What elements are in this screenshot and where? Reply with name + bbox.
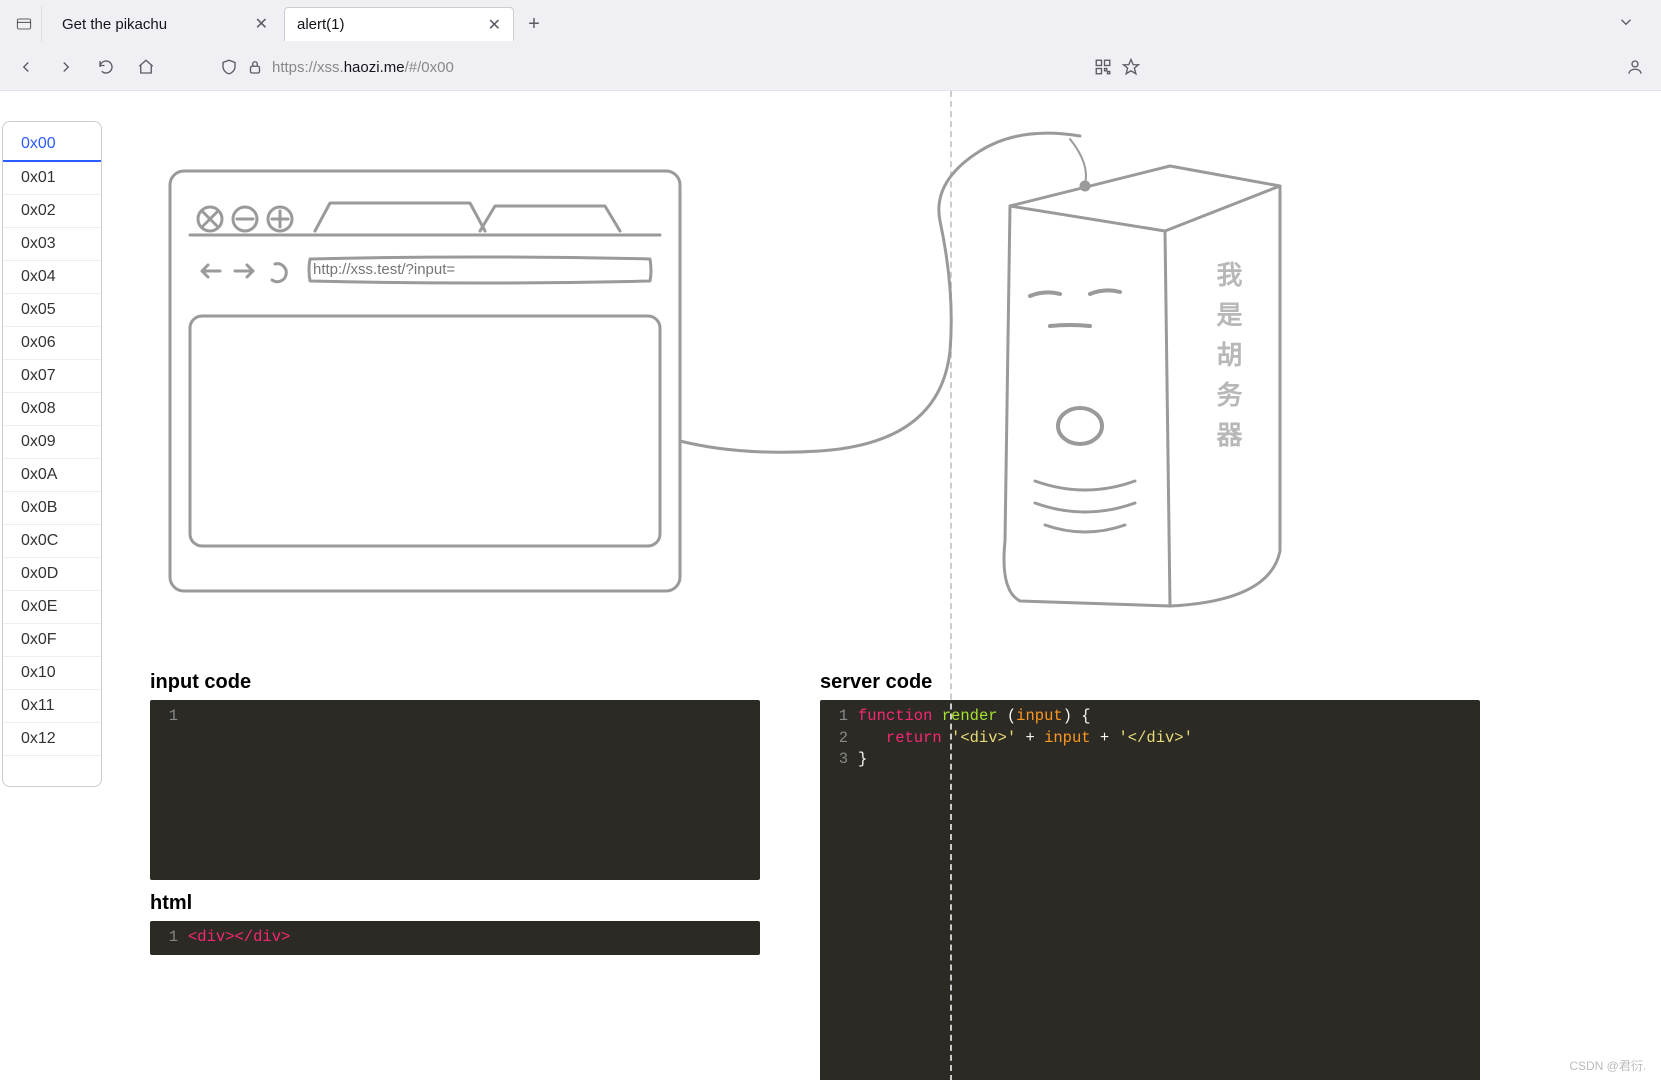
- panel-title: server code: [820, 671, 1480, 694]
- qr-icon[interactable]: [1094, 58, 1112, 76]
- page-body: 0x000x010x020x030x040x050x060x070x080x09…: [0, 91, 1661, 1080]
- sketch-illustration: 我是胡务器: [150, 131, 1470, 651]
- sidebar-item-0x05[interactable]: 0x05: [3, 294, 101, 327]
- tab-0[interactable]: Get the pikachu ✕: [50, 7, 280, 41]
- sidebar-item-0x0E[interactable]: 0x0E: [3, 591, 101, 624]
- url-text: https://xss.haozi.me/#/0x00: [272, 59, 454, 76]
- bookmark-star-icon[interactable]: [1122, 58, 1140, 76]
- forward-button[interactable]: [50, 51, 82, 83]
- input-code-panel: input code 1 html 1<div></div>: [150, 671, 760, 1080]
- tab-overflow-button[interactable]: [1617, 13, 1635, 36]
- nav-toolbar: https://xss.haozi.me/#/0x00: [0, 44, 1661, 90]
- sidebar-item-0x0B[interactable]: 0x0B: [3, 492, 101, 525]
- html-output: 1<div></div>: [150, 921, 760, 955]
- sidebar-item-0x0F[interactable]: 0x0F: [3, 624, 101, 657]
- tab-title: Get the pikachu: [62, 16, 167, 33]
- sidebar-item-0x07[interactable]: 0x07: [3, 360, 101, 393]
- server-code-viewer: 1function render (input) { 2 return '<di…: [820, 700, 1480, 1080]
- sidebar-item-0x02[interactable]: 0x02: [3, 195, 101, 228]
- sidebar-item-0x10[interactable]: 0x10: [3, 657, 101, 690]
- app-menu-icon[interactable]: [6, 6, 42, 42]
- main-content: 我是胡务器 input code 1 html 1<div></div> ser…: [150, 91, 1661, 1080]
- challenge-sidebar: 0x000x010x020x030x040x050x060x070x080x09…: [2, 121, 102, 787]
- reload-button[interactable]: [90, 51, 122, 83]
- sidebar-item-0x0A[interactable]: 0x0A: [3, 459, 101, 492]
- tab-strip: Get the pikachu ✕ alert(1) ✕ +: [0, 0, 1661, 44]
- close-icon[interactable]: ✕: [255, 14, 268, 34]
- panel-title: input code: [150, 671, 760, 694]
- input-code-editor[interactable]: 1: [150, 700, 760, 880]
- sidebar-item-0x0C[interactable]: 0x0C: [3, 525, 101, 558]
- sidebar-item-0x08[interactable]: 0x08: [3, 393, 101, 426]
- server-label: 我是胡务器: [1210, 261, 1247, 461]
- new-tab-button[interactable]: +: [518, 8, 550, 40]
- sidebar-item-0x0D[interactable]: 0x0D: [3, 558, 101, 591]
- panel-title: html: [150, 892, 760, 915]
- close-icon[interactable]: ✕: [488, 15, 501, 35]
- sidebar-item-0x12[interactable]: 0x12: [3, 723, 101, 756]
- sidebar-item-0x01[interactable]: 0x01: [3, 162, 101, 195]
- server-code-panel: server code 1function render (input) { 2…: [820, 671, 1480, 1080]
- sidebar-item-0x04[interactable]: 0x04: [3, 261, 101, 294]
- sidebar-item-0x00[interactable]: 0x00: [3, 128, 101, 162]
- url-bar[interactable]: https://xss.haozi.me/#/0x00: [210, 50, 1150, 84]
- sidebar-item-0x11[interactable]: 0x11: [3, 690, 101, 723]
- tab-1[interactable]: alert(1) ✕: [284, 7, 514, 41]
- back-button[interactable]: [10, 51, 42, 83]
- sidebar-item-0x09[interactable]: 0x09: [3, 426, 101, 459]
- sidebar-item-0x06[interactable]: 0x06: [3, 327, 101, 360]
- watermark: CSDN @君衍.⠀: [1569, 1057, 1655, 1074]
- home-button[interactable]: [130, 51, 162, 83]
- code-panels: input code 1 html 1<div></div> server co…: [150, 671, 1500, 1080]
- account-icon[interactable]: [1619, 51, 1651, 83]
- sidebar-item-0x03[interactable]: 0x03: [3, 228, 101, 261]
- tab-title: alert(1): [297, 16, 345, 33]
- browser-chrome: Get the pikachu ✕ alert(1) ✕ + https://x…: [0, 0, 1661, 91]
- shield-icon: [220, 58, 238, 76]
- lock-icon: [246, 58, 264, 76]
- sketch-url-input[interactable]: [313, 256, 633, 282]
